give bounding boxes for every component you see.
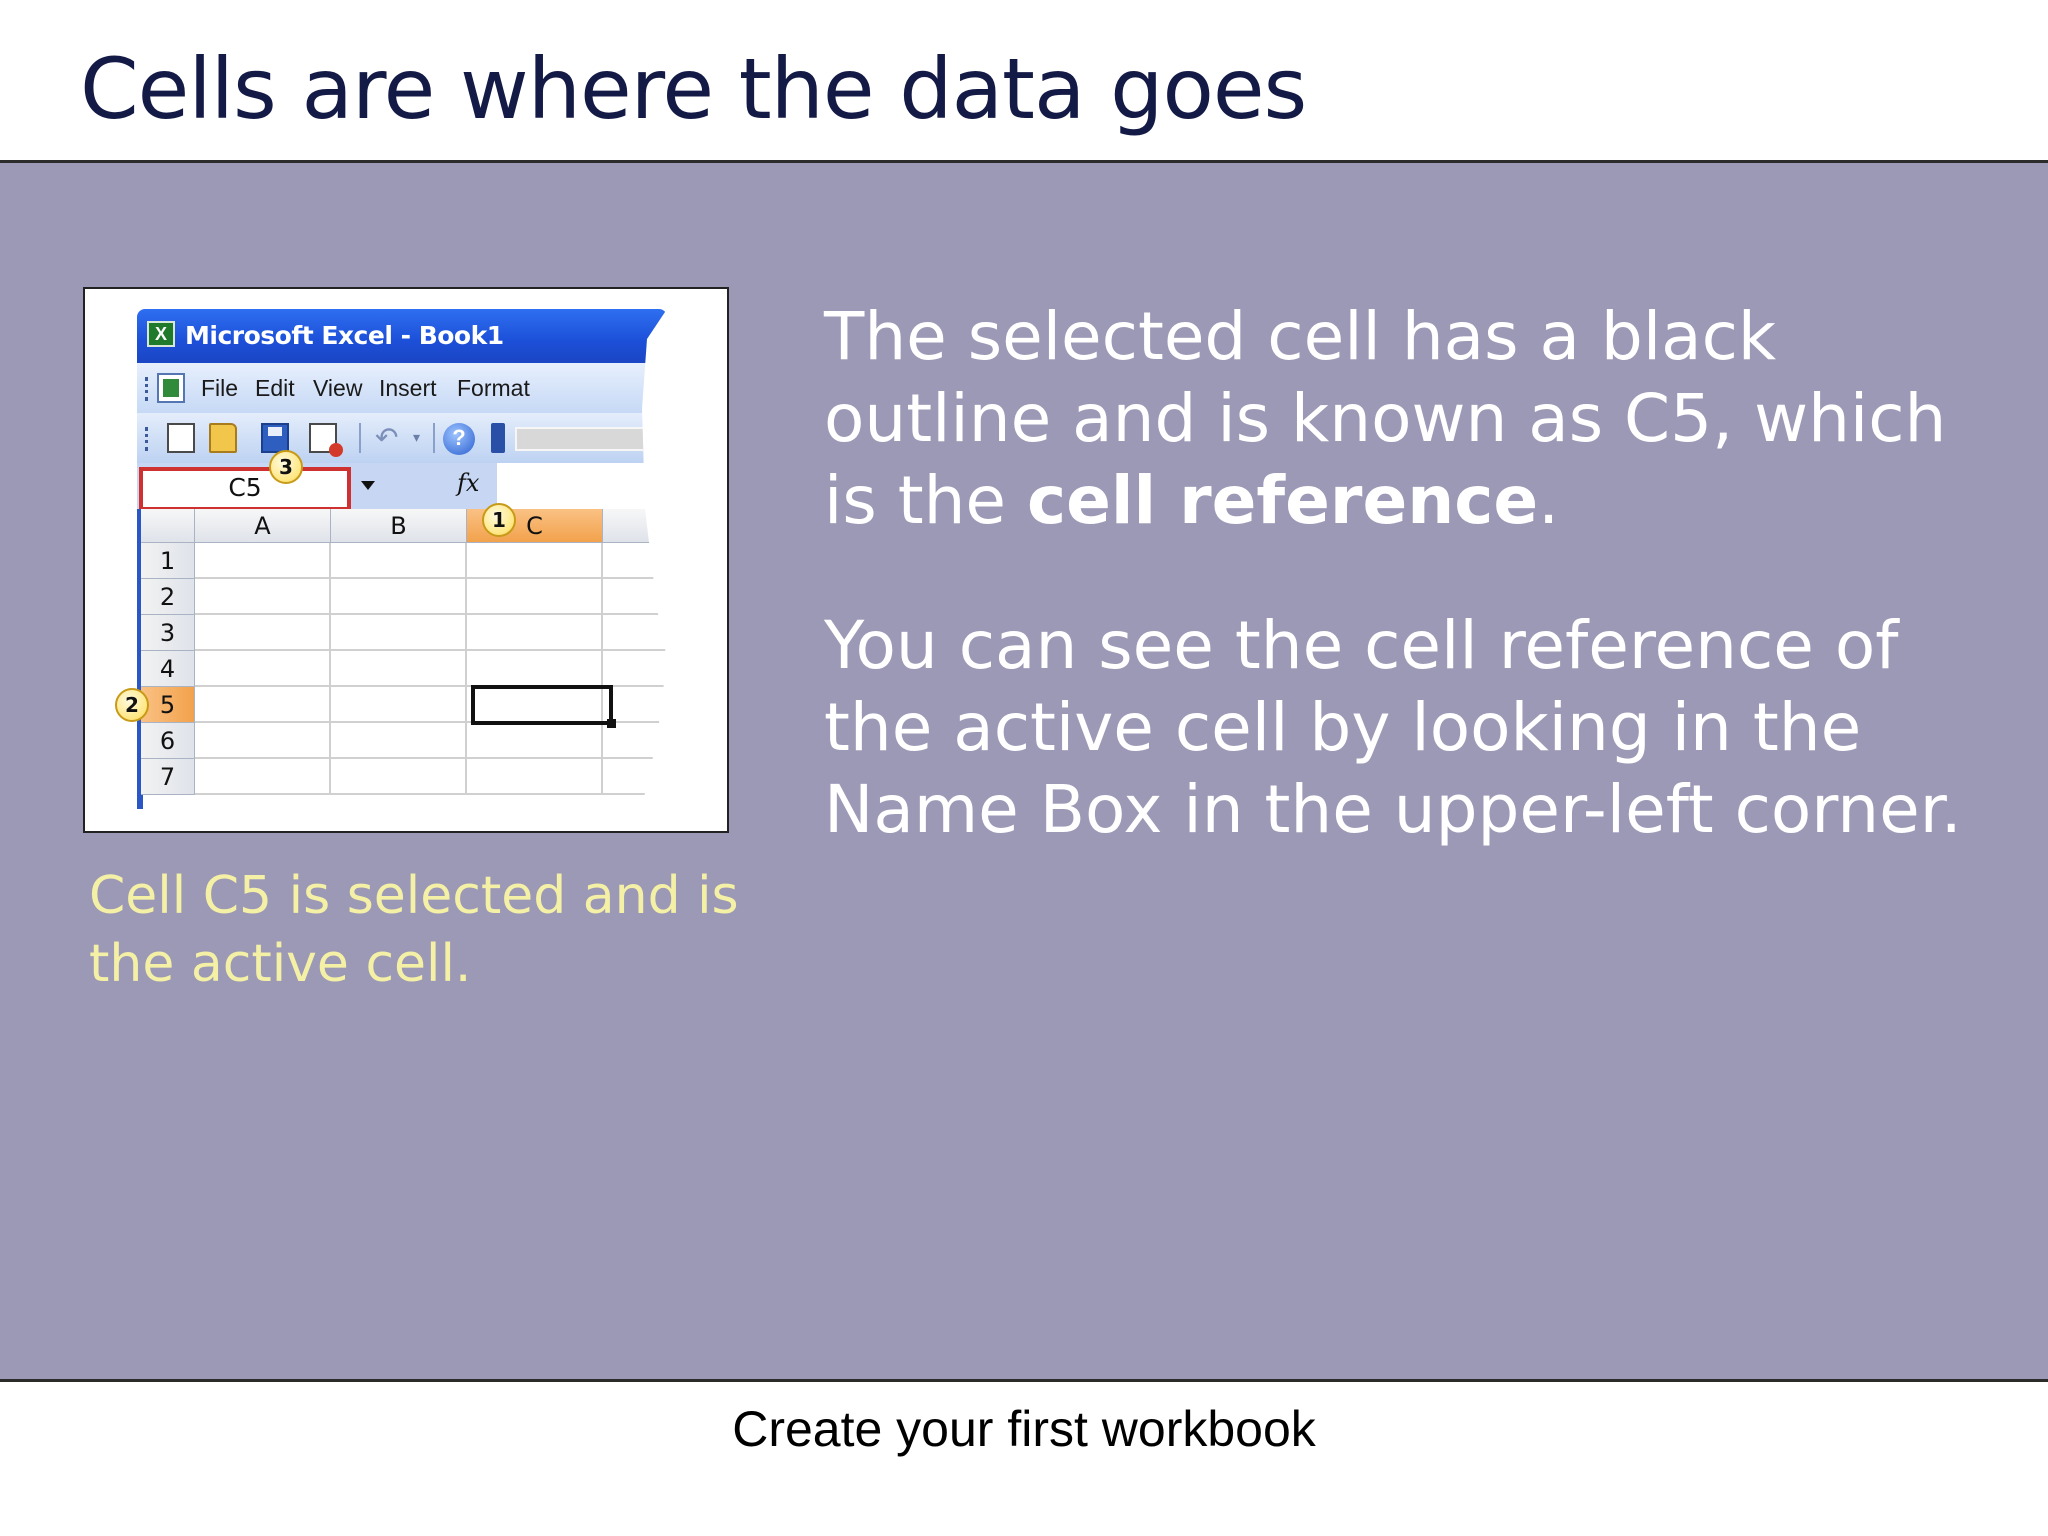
workbook-icon (157, 373, 185, 403)
menu-view[interactable]: View (313, 375, 362, 402)
worksheet-cell[interactable] (603, 615, 667, 651)
row-header-7[interactable]: 7 (141, 759, 195, 795)
help-icon[interactable]: ? (443, 423, 475, 455)
excel-toolbar: ↶ ▾ ? (137, 413, 667, 463)
worksheet-cell[interactable] (467, 651, 603, 687)
worksheet-cell[interactable] (603, 579, 667, 615)
menu-file[interactable]: File (201, 375, 238, 402)
footer-divider (0, 1379, 2048, 1382)
toolbar-separator (433, 423, 435, 453)
worksheet-cell[interactable] (603, 723, 667, 759)
row-header-6[interactable]: 6 (141, 723, 195, 759)
worksheet-cell[interactable] (331, 687, 467, 723)
worksheet-cell[interactable] (467, 615, 603, 651)
worksheet-cell[interactable] (467, 723, 603, 759)
worksheet-cell[interactable] (467, 543, 603, 579)
save-icon[interactable] (261, 423, 289, 453)
row-header-1[interactable]: 1 (141, 543, 195, 579)
worksheet-cell[interactable] (195, 687, 331, 723)
toolbar-separator (359, 423, 361, 453)
worksheet-cell[interactable] (195, 759, 331, 795)
excel-title-bar: X Microsoft Excel - Book1 (137, 309, 667, 363)
excel-logo-icon: X (147, 321, 175, 347)
callout-1: 1 (482, 503, 516, 537)
menu-format[interactable]: Format (457, 375, 530, 402)
worksheet-cell[interactable] (331, 543, 467, 579)
column-header-a[interactable]: A (195, 509, 331, 543)
menu-edit[interactable]: Edit (255, 375, 295, 402)
paragraph-name-box: You can see the cell reference of the ac… (824, 607, 1962, 848)
screenshot-caption: Cell C5 is selected and is the active ce… (89, 866, 739, 994)
callout-2: 2 (115, 688, 149, 722)
worksheet-cell[interactable] (331, 615, 467, 651)
row-header-4[interactable]: 4 (141, 651, 195, 687)
undo-dropdown-icon[interactable]: ▾ (413, 423, 427, 453)
column-header-b[interactable]: B (331, 509, 467, 543)
formula-bar: C5 fx (137, 463, 667, 511)
menu-insert[interactable]: Insert (379, 375, 437, 402)
worksheet-cell[interactable] (603, 687, 667, 723)
excel-window: X Microsoft Excel - Book1 File Edit View… (137, 309, 667, 809)
select-all-corner[interactable] (141, 509, 195, 543)
worksheet-cell[interactable] (195, 651, 331, 687)
worksheet-grid: A B C 1 2 3 4 5 6 7 (137, 509, 667, 809)
paragraph-1-end: . (1538, 462, 1560, 539)
excel-screenshot: X Microsoft Excel - Book1 File Edit View… (83, 287, 729, 833)
worksheet-cell[interactable] (331, 651, 467, 687)
row-header-3[interactable]: 3 (141, 615, 195, 651)
worksheet-cell[interactable] (467, 759, 603, 795)
worksheet-cell[interactable] (195, 543, 331, 579)
toolbar-options-icon[interactable] (491, 423, 505, 453)
open-folder-icon[interactable] (209, 423, 237, 453)
name-box-dropdown-icon[interactable] (361, 481, 375, 490)
toolbar-grip-icon (145, 427, 149, 451)
worksheet-cell[interactable] (331, 759, 467, 795)
excel-menu-bar: File Edit View Insert Format (137, 363, 667, 413)
toolbar-field[interactable] (515, 427, 655, 451)
name-box[interactable]: C5 (139, 467, 351, 511)
worksheet-cell[interactable] (195, 615, 331, 651)
worksheet-cell[interactable] (195, 723, 331, 759)
row-header-2[interactable]: 2 (141, 579, 195, 615)
excel-window-title: Microsoft Excel - Book1 (185, 321, 504, 350)
slide-footer: Create your first workbook (732, 1401, 1316, 1457)
menu-grip-icon (145, 377, 149, 401)
active-cell-c5[interactable] (471, 685, 616, 728)
column-header-d[interactable] (603, 509, 667, 543)
worksheet-cell[interactable] (603, 759, 667, 795)
row-header-5[interactable]: 5 (141, 687, 195, 723)
undo-icon[interactable]: ↶ (375, 423, 405, 453)
worksheet-cell[interactable] (331, 579, 467, 615)
fx-icon[interactable]: fx (457, 469, 479, 497)
callout-3: 3 (269, 450, 303, 484)
paragraph-1-bold: cell reference (1027, 462, 1539, 539)
paragraph-cell-reference: The selected cell has a black outline an… (824, 296, 2004, 542)
slide-title: Cells are where the data goes (80, 40, 1307, 138)
new-document-icon[interactable] (167, 423, 195, 453)
permission-icon[interactable] (309, 423, 343, 457)
worksheet-cell[interactable] (603, 651, 667, 687)
worksheet-cell[interactable] (331, 723, 467, 759)
worksheet-cell[interactable] (195, 579, 331, 615)
worksheet-cell[interactable] (467, 579, 603, 615)
worksheet-cell[interactable] (603, 543, 667, 579)
